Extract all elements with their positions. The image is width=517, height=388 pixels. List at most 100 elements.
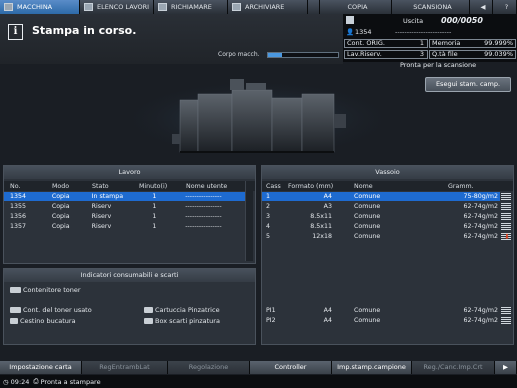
job-cell: 1: [152, 193, 157, 200]
message-area: i Stampa in corso. Corpo macch.: [0, 14, 343, 64]
top-tab-bar: MACCHINA ELENCO LAVORI RICHIAMARE ARCHIV…: [0, 0, 517, 14]
next-arrow-icon[interactable]: ▶: [495, 361, 517, 374]
job-cell: 1: [152, 223, 157, 230]
status-time: 09:24: [10, 377, 30, 386]
job-row[interactable]: 1354 Copia In stampa 1 ----------------: [4, 192, 245, 201]
recall-icon: [158, 3, 167, 11]
tab-archiviare[interactable]: ARCHIVIARE: [228, 0, 308, 14]
tray-cell: Comune: [354, 233, 381, 240]
tray-cell: 2: [266, 203, 271, 210]
tray-cell: 62-74g/m2: [463, 213, 498, 220]
tray-row[interactable]: 3 8.5x11 Comune 62-74g/m2: [262, 212, 500, 221]
staple-label: Cartuccia Pinzatrice: [155, 306, 220, 314]
memoria-label: Memoria: [432, 39, 461, 47]
tray-row[interactable]: 5 12x18 Comune 62-74g/m2: [262, 232, 500, 241]
col-no: No.: [10, 182, 21, 190]
job-row[interactable]: 1356 Copia Riserv 1 ----------------: [4, 212, 245, 221]
help-icon[interactable]: ?: [493, 0, 517, 14]
user-number: 1354: [355, 27, 372, 36]
waste-toner-label: Cont. del toner usato: [23, 306, 92, 314]
tray-cell: 1: [266, 193, 271, 200]
col-cass: Cass: [266, 182, 281, 190]
job-cell: 1: [152, 203, 157, 210]
bottom-button-5[interactable]: Imp.stamp.campione: [332, 361, 412, 374]
bottom-button-1[interactable]: Impostazione carta: [0, 361, 82, 374]
cont-orig-box: Cont. ORIG. 1: [344, 39, 428, 48]
waste-toner: Cont. del toner usato: [10, 306, 92, 314]
corpo-label: Corpo macch.: [218, 51, 260, 58]
punch-icon: [10, 318, 18, 324]
staple-icon: [144, 307, 153, 313]
paper-level-icon: [501, 203, 511, 211]
tab-label: COPIA: [347, 3, 368, 11]
job-cell: 1354: [10, 193, 27, 200]
clock-icon: ◷: [3, 377, 9, 386]
job-row[interactable]: 1357 Copia Riserv 1 ----------------: [4, 222, 245, 231]
bottom-button-2: RegEntrambLat: [82, 361, 168, 374]
tray-cell: 3: [266, 213, 271, 220]
staple-waste: Box scarti pinzatura: [144, 317, 220, 325]
punch-waste: Cestino bucatura: [10, 317, 76, 325]
job-cell: Copia: [51, 193, 70, 200]
job-cell: Copia: [51, 203, 70, 210]
tray-table-header: Cass Formato (mm) Nome Gramm.: [262, 181, 513, 191]
memoria-value: 99.999%: [484, 39, 513, 47]
job-cell: Copia: [51, 223, 70, 230]
speaker-icon[interactable]: ◀: [470, 0, 493, 14]
job-cell: Copia: [51, 213, 70, 220]
user-icon: 👤: [346, 27, 355, 36]
corpo-progress-bar: [267, 52, 339, 58]
tray-cell: 62-74g/m2: [463, 317, 498, 324]
job-cell: ----------------: [185, 193, 222, 200]
corpo-progress-fill: [268, 53, 282, 57]
qta-file-box: Q.tà file 99.039%: [429, 50, 516, 59]
tab-label: ELENCO LAVORI: [97, 3, 150, 11]
tray-cell: Comune: [354, 213, 381, 220]
job-cell: ----------------: [185, 223, 222, 230]
job-cell: ----------------: [185, 203, 222, 210]
tray-cell: 8.5x11: [310, 223, 332, 230]
sample-print-button[interactable]: Esegui stam. camp.: [425, 77, 511, 92]
col-modo: Modo: [52, 182, 70, 190]
tray-cell: Comune: [354, 317, 381, 324]
tray-row[interactable]: 4 8.5x11 Comune 62-74g/m2: [262, 222, 500, 231]
tab-copia[interactable]: COPIA: [320, 0, 392, 14]
bottom-button-4[interactable]: Controller: [250, 361, 332, 374]
tray-row[interactable]: PI1 A4 Comune 62-74g/m2: [262, 306, 500, 315]
paper-low-icon: ⬇: [504, 233, 510, 241]
job-cell: ----------------: [185, 213, 222, 220]
job-cell: In stampa: [91, 193, 124, 200]
tray-row[interactable]: 1 A4 Comune 75-80g/m2: [262, 192, 500, 201]
job-scrollbar[interactable]: [245, 181, 253, 261]
tab-scansiona[interactable]: SCANSIONA: [392, 0, 470, 14]
status-line: ◷ 09:24 ⎙ Pronta a stampare: [0, 375, 517, 388]
tray-cell: PI1: [266, 307, 276, 314]
bottom-button-3: Regolazione: [168, 361, 250, 374]
toner-label: Contenitore toner: [23, 286, 81, 294]
staple-waste-icon: [144, 318, 153, 324]
tray-row[interactable]: 2 A3 Comune 62-74g/m2: [262, 202, 500, 211]
ready-text: Pronta per la scansione: [400, 61, 477, 69]
counter-panel: Uscita 000/0050 👤 1354 -----------------…: [343, 14, 517, 62]
tray-cell: PI2: [266, 317, 276, 324]
tab-elenco-lavori[interactable]: ELENCO LAVORI: [80, 0, 154, 14]
job-cell: Riserv: [91, 223, 112, 230]
tray-cell: A3: [323, 203, 332, 210]
tab-label: RICHIAMARE: [171, 3, 212, 11]
qta-file-label: Q.tà file: [432, 50, 458, 58]
tab-label: SCANSIONA: [413, 3, 452, 11]
staple-cartridge: Cartuccia Pinzatrice: [144, 306, 220, 314]
tray-cell: Comune: [354, 223, 381, 230]
cont-orig-label: Cont. ORIG.: [347, 39, 385, 47]
tray-cell: 75-80g/m2: [463, 193, 498, 200]
job-cell: 1: [152, 213, 157, 220]
tray-row[interactable]: PI2 A4 Comune 62-74g/m2: [262, 316, 500, 325]
tab-richiamare[interactable]: RICHIAMARE: [154, 0, 228, 14]
tab-macchina[interactable]: MACCHINA: [0, 0, 80, 14]
col-nome: Nome: [354, 182, 373, 190]
bottom-toolbar: Impostazione carta RegEntrambLat Regolazio…: [0, 361, 517, 374]
job-row[interactable]: 1355 Copia Riserv 1 ----------------: [4, 202, 245, 211]
paper-level-icon: [501, 193, 511, 201]
store-icon: [232, 3, 241, 11]
tray-cell: Comune: [354, 193, 381, 200]
